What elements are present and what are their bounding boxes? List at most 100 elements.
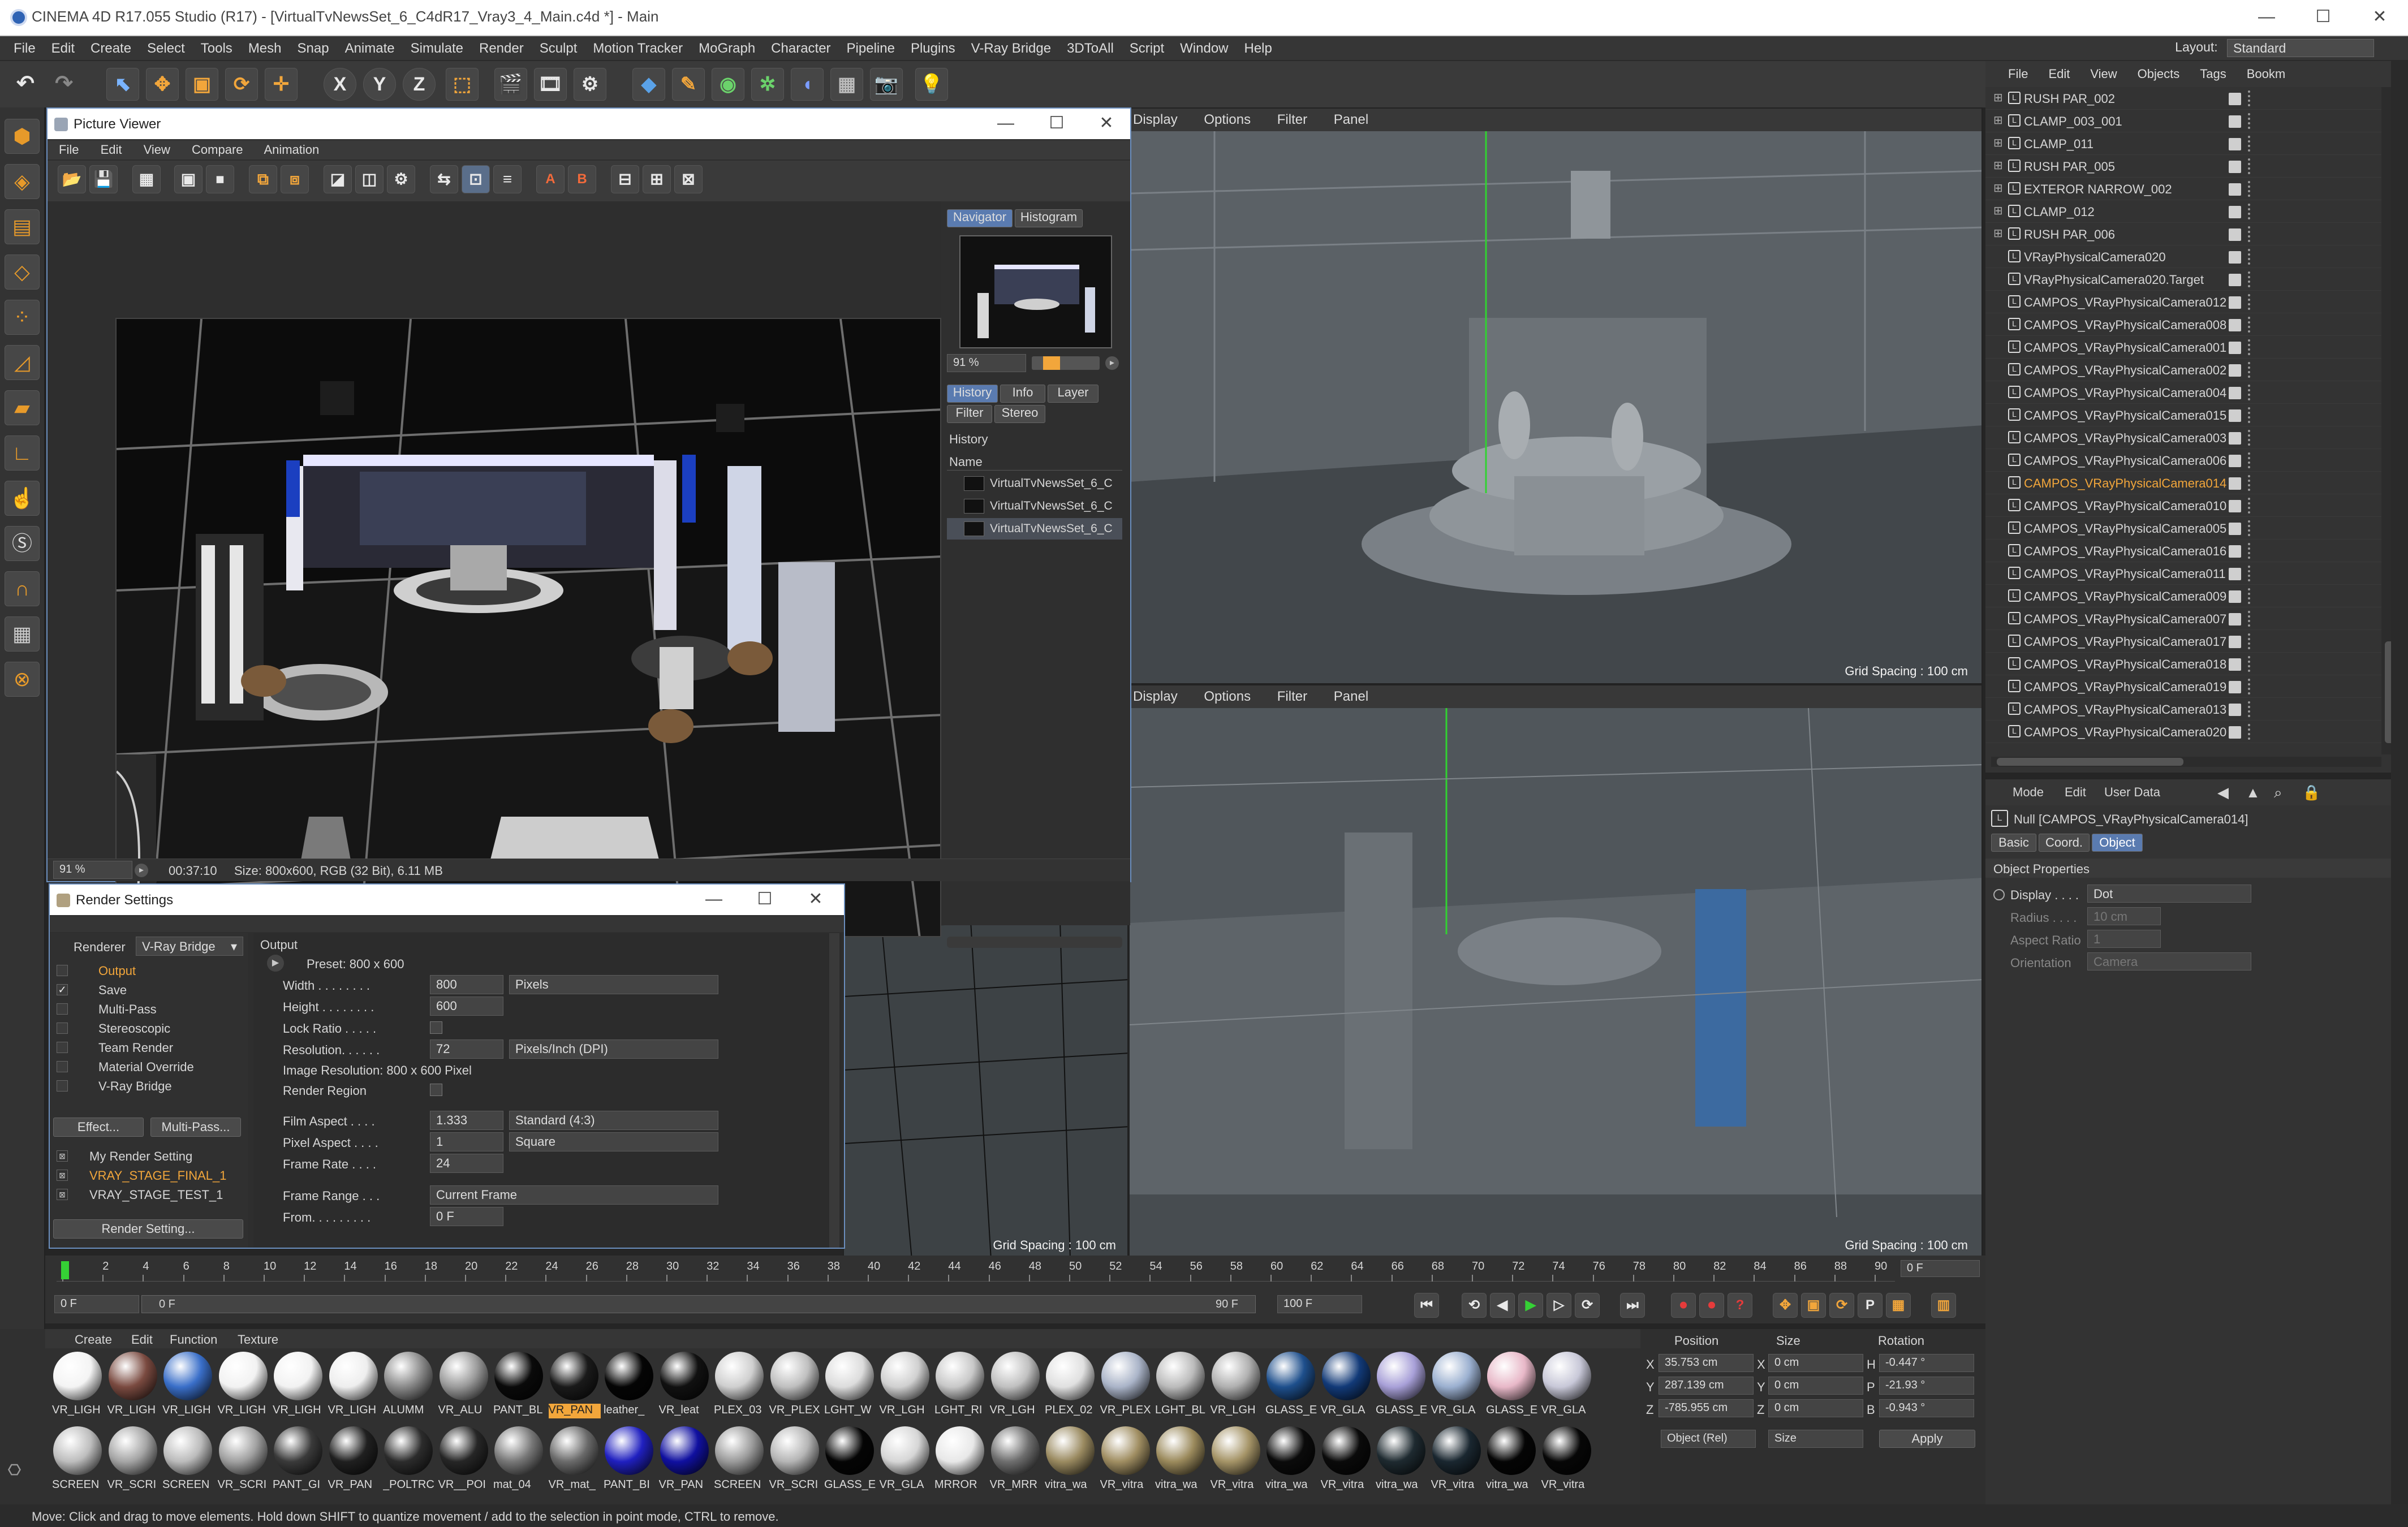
visibility-icon[interactable] bbox=[2229, 206, 2241, 218]
attr-menu-userdata[interactable]: User Data bbox=[2104, 785, 2160, 800]
pv-paste-icon[interactable]: ⧈ bbox=[281, 165, 309, 193]
viewport-display-menu[interactable]: Display bbox=[1133, 689, 1178, 704]
navigator-zoom-field[interactable]: 91 % bbox=[947, 354, 1026, 372]
display-dropdown[interactable]: Dot bbox=[2087, 885, 2251, 903]
prev-key-icon[interactable]: ⟲ bbox=[1462, 1293, 1487, 1318]
object-row[interactable]: L CAMPOS_VRayPhysicalCamera020 bbox=[1985, 721, 2381, 743]
material-swatch[interactable] bbox=[53, 1426, 102, 1475]
history-scrollbar[interactable] bbox=[947, 937, 1122, 948]
expand-icon[interactable]: ⊞ bbox=[1993, 181, 2003, 195]
object-row[interactable]: L CAMPOS_VRayPhysicalCamera005 bbox=[1985, 517, 2381, 540]
timeline-playhead[interactable] bbox=[61, 1261, 69, 1279]
next-key-icon[interactable]: ⟳ bbox=[1575, 1293, 1600, 1318]
render-visibility-dots[interactable] bbox=[2248, 339, 2252, 355]
material-swatch[interactable] bbox=[384, 1426, 433, 1475]
key-position-icon[interactable]: ✥ bbox=[1773, 1293, 1798, 1318]
history-item[interactable]: VirtualTvNewsSet_6_C bbox=[947, 473, 1122, 494]
close-button[interactable]: ✕ bbox=[2363, 5, 2397, 29]
object-row[interactable]: L CAMPOS_VRayPhysicalCamera009 bbox=[1985, 585, 2381, 607]
material-swatch[interactable] bbox=[1101, 1352, 1150, 1400]
lock-ratio-checkbox[interactable] bbox=[430, 1021, 442, 1034]
lock-icon[interactable]: 🔒 bbox=[2302, 784, 2320, 801]
rs-close-button[interactable]: ✕ bbox=[799, 888, 833, 911]
pv-split-icon[interactable]: ⊟ bbox=[611, 165, 639, 193]
rotation-input[interactable]: -0.447 ° bbox=[1879, 1354, 1974, 1372]
menu-item[interactable]: Window bbox=[1172, 36, 1236, 61]
pv-region-icon[interactable]: ◪ bbox=[324, 165, 352, 193]
menu-item[interactable]: Simulate bbox=[403, 36, 471, 61]
pv-swap-icon[interactable]: ⊠ bbox=[674, 165, 703, 193]
tab-histogram[interactable]: Histogram bbox=[1015, 209, 1083, 227]
position-input[interactable]: 35.753 cm bbox=[1659, 1354, 1754, 1372]
tab-navigator[interactable]: Navigator bbox=[947, 209, 1013, 227]
play-icon[interactable]: ▶ bbox=[1518, 1293, 1543, 1318]
viewport-perspective[interactable]: Display Options Filter Panel Grid Spacin… bbox=[1128, 107, 1983, 684]
viewport-options-menu[interactable]: Options bbox=[1204, 689, 1251, 704]
menu-item[interactable]: Motion Tracker bbox=[585, 36, 691, 61]
start-frame-field[interactable]: 0 F bbox=[54, 1295, 139, 1313]
redo-icon[interactable]: ↷ bbox=[48, 68, 80, 101]
visibility-icon[interactable] bbox=[2229, 658, 2241, 671]
expand-icon[interactable]: ⊞ bbox=[1993, 136, 2003, 150]
polygons-mode-icon[interactable]: ▰ bbox=[5, 390, 40, 425]
go-to-end-icon[interactable]: ⏭ bbox=[1620, 1293, 1645, 1318]
menu-item[interactable]: Pipeline bbox=[839, 36, 903, 61]
material-swatch[interactable] bbox=[494, 1426, 543, 1475]
record-icon[interactable]: ⏺ bbox=[1671, 1293, 1696, 1318]
pv-save-icon[interactable]: 💾 bbox=[89, 165, 118, 193]
render-visibility-dots[interactable] bbox=[2248, 520, 2252, 536]
cube-primitive-icon[interactable]: ◆ bbox=[632, 68, 665, 101]
effect-button[interactable]: Effect... bbox=[53, 1118, 144, 1137]
render-visibility-dots[interactable] bbox=[2248, 588, 2252, 604]
renderer-dropdown[interactable]: V-Ray Bridge ▾ bbox=[136, 937, 243, 956]
layout-selector[interactable]: Layout: Standard bbox=[2175, 39, 2374, 58]
object-row[interactable]: L CAMPOS_VRayPhysicalCamera017 bbox=[1985, 630, 2381, 653]
object-row[interactable]: L CAMPOS_VRayPhysicalCamera018 bbox=[1985, 653, 2381, 675]
rs-nav-item[interactable]: ✓ Save bbox=[50, 981, 248, 999]
menu-item[interactable]: Tools bbox=[193, 36, 240, 61]
resolution-unit-dropdown[interactable]: Pixels/Inch (DPI) bbox=[509, 1039, 718, 1059]
pv-set-b-icon[interactable]: B bbox=[568, 165, 596, 193]
attr-menu-mode[interactable]: Mode bbox=[2013, 785, 2044, 800]
render-settings-icon[interactable]: ⚙ bbox=[574, 68, 606, 101]
points-mode-icon[interactable]: ⁘ bbox=[5, 300, 40, 335]
pv-menu-view[interactable]: View bbox=[144, 143, 170, 157]
timeline-ruler[interactable]: 0246810121416182022242628303234363840424… bbox=[57, 1259, 1895, 1282]
spline-pen-icon[interactable]: ✎ bbox=[672, 68, 705, 101]
material-swatch[interactable] bbox=[990, 1426, 1040, 1475]
material-swatch[interactable] bbox=[439, 1426, 488, 1475]
render-visibility-dots[interactable] bbox=[2248, 656, 2252, 672]
om-menu-item[interactable]: View bbox=[2090, 67, 2117, 81]
viewport-panel-menu[interactable]: Panel bbox=[1334, 689, 1368, 704]
expand-icon[interactable]: ⊞ bbox=[1993, 204, 2003, 218]
om-hscrollbar[interactable] bbox=[1991, 757, 2381, 767]
width-unit-dropdown[interactable]: Pixels bbox=[509, 975, 718, 994]
material-swatch[interactable] bbox=[1542, 1426, 1591, 1475]
object-row[interactable]: L CAMPOS_VRayPhysicalCamera003 bbox=[1985, 426, 2381, 449]
keyframe-selection-icon[interactable]: ? bbox=[1728, 1293, 1752, 1318]
render-visibility-dots[interactable] bbox=[2248, 271, 2252, 287]
material-swatch[interactable] bbox=[880, 1426, 929, 1475]
pv-render-icon[interactable]: ▣ bbox=[174, 165, 203, 193]
material-swatch[interactable] bbox=[936, 1352, 984, 1400]
material-swatch[interactable] bbox=[715, 1426, 764, 1475]
render-visibility-dots[interactable] bbox=[2248, 226, 2252, 242]
history-item[interactable]: VirtualTvNewsSet_6_C bbox=[947, 495, 1122, 517]
material-swatch[interactable] bbox=[660, 1426, 709, 1475]
menu-item[interactable]: Select bbox=[139, 36, 193, 61]
material-swatch[interactable] bbox=[1542, 1352, 1591, 1400]
render-visibility-dots[interactable] bbox=[2248, 475, 2252, 491]
visibility-icon[interactable] bbox=[2229, 364, 2241, 377]
recent-tool-icon[interactable]: ✛ bbox=[265, 68, 298, 101]
om-hscroll-thumb[interactable] bbox=[1997, 758, 2183, 766]
expand-icon[interactable]: ⊞ bbox=[1993, 113, 2003, 127]
tab-filter[interactable]: Filter bbox=[947, 405, 992, 423]
from-input[interactable]: 0 F bbox=[430, 1207, 503, 1226]
render-visibility-dots[interactable] bbox=[2248, 452, 2252, 468]
prev-frame-icon[interactable]: ◀ bbox=[1490, 1293, 1515, 1318]
mat-menu-edit[interactable]: Edit bbox=[131, 1332, 153, 1347]
size-input[interactable]: 0 cm bbox=[1768, 1377, 1863, 1395]
render-visibility-dots[interactable] bbox=[2248, 724, 2252, 740]
visibility-icon[interactable] bbox=[2229, 726, 2241, 739]
expand-icon[interactable]: ⊞ bbox=[1993, 90, 2003, 105]
